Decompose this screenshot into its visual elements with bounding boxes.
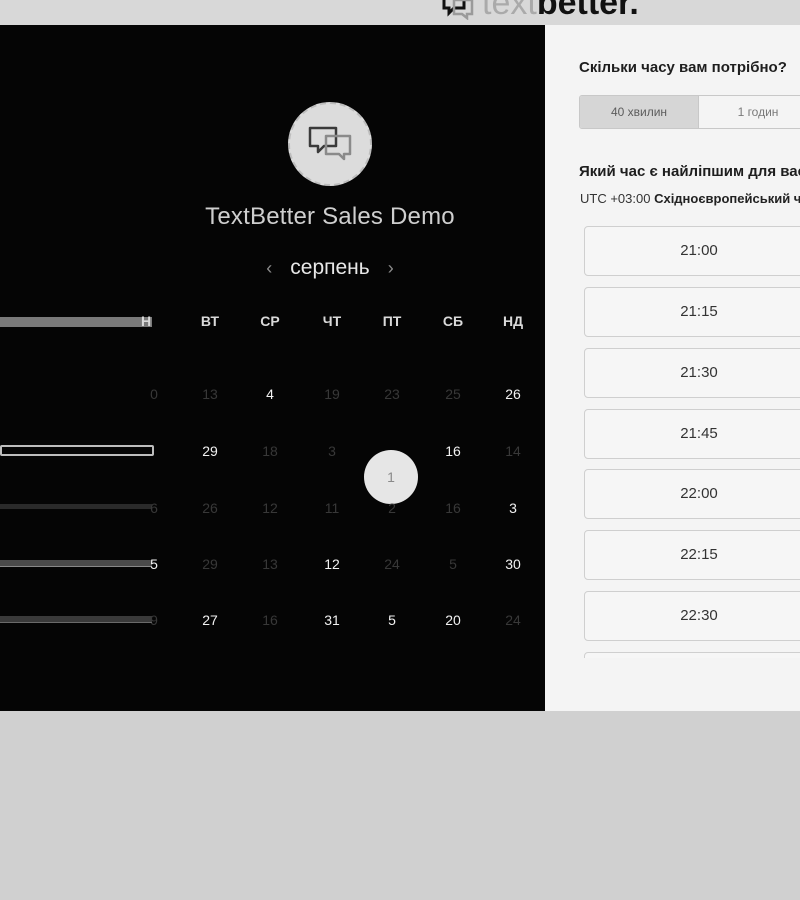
logo-chat-icon xyxy=(440,0,476,21)
calendar-day[interactable]: 3 xyxy=(493,496,533,520)
calendar-day: 14 xyxy=(505,443,521,459)
calendar-day[interactable]: 5 xyxy=(372,608,412,632)
logo: textbetter. xyxy=(440,0,639,22)
calendar-day: 13 xyxy=(202,386,218,402)
calendar-day: 25 xyxy=(445,386,461,402)
calendar-day[interactable]: 27 xyxy=(190,608,230,632)
weekday-header: Н xyxy=(140,313,152,329)
calendar-day: 12 xyxy=(262,500,278,516)
time-slot[interactable]: 21:45 xyxy=(584,409,800,459)
calendar-day[interactable]: 26 xyxy=(493,382,533,406)
time-slot[interactable] xyxy=(584,652,800,658)
chevron-left-icon[interactable]: ‹ xyxy=(266,258,272,279)
weekday-header: ЧТ xyxy=(322,313,342,329)
logo-text-light: text xyxy=(482,0,537,22)
calendar-day[interactable]: 16 xyxy=(433,439,473,463)
time-slot[interactable]: 21:30 xyxy=(584,348,800,398)
month-label: серпень xyxy=(290,256,370,279)
calendar-day: 26 xyxy=(202,500,218,516)
calendar-day: 11 xyxy=(324,500,340,516)
calendar-day[interactable]: 12 xyxy=(312,552,352,576)
time-slot[interactable]: 22:00 xyxy=(584,469,800,519)
calendar-day[interactable]: 5 xyxy=(134,552,174,576)
calendar-day: 16 xyxy=(262,612,278,628)
overlay-bar xyxy=(0,504,152,509)
weekday-header: ПТ xyxy=(382,313,402,329)
time-slot[interactable]: 22:15 xyxy=(584,530,800,580)
chevron-right-icon[interactable]: › xyxy=(388,258,394,279)
time-slot[interactable]: 21:15 xyxy=(584,287,800,337)
calendar-day: 29 xyxy=(202,556,218,572)
calendar-day[interactable]: 4 xyxy=(250,382,290,406)
booking-panel: Скільки часу вам потрібно? 40 хвилин 1 г… xyxy=(545,25,800,711)
calendar-day: 24 xyxy=(505,612,521,628)
weekday-header: СБ xyxy=(442,313,464,329)
calendar-day: 6 xyxy=(150,500,158,516)
calendar-day: 19 xyxy=(324,386,340,402)
calendar-day: 24 xyxy=(384,556,400,572)
calendar-day[interactable]: 30 xyxy=(493,552,533,576)
event-title: TextBetter Sales Demo xyxy=(205,203,455,230)
calendar-day[interactable]: 31 xyxy=(312,608,352,632)
chat-bubbles-icon xyxy=(308,126,352,161)
time-slot[interactable]: 21:00 xyxy=(584,226,800,276)
overlay-bar xyxy=(0,445,154,456)
top-bar: textbetter. xyxy=(0,0,800,25)
weekday-header: НД xyxy=(502,313,524,329)
overlay-bar xyxy=(0,560,152,567)
calendar-day: 18 xyxy=(262,443,278,459)
calendar-day: 0 xyxy=(150,386,158,402)
calendar-day: 5 xyxy=(449,556,457,572)
event-avatar xyxy=(288,102,372,186)
calendar-day: 13 xyxy=(262,556,278,572)
calendar-day[interactable]: 29 xyxy=(190,439,230,463)
calendar-panel: TextBetter Sales Demo ‹ серпень › Н ВТ С… xyxy=(0,25,545,711)
calendar-day: 16 xyxy=(445,500,461,516)
calendar-day: 2 xyxy=(388,500,396,516)
weekday-header: ВТ xyxy=(200,313,220,329)
logo-text-bold: better. xyxy=(536,0,639,22)
month-navigation: ‹ серпень › xyxy=(230,253,430,283)
overlay-bar xyxy=(0,616,152,623)
time-slot-list: 21:00 21:15 21:30 21:45 22:00 22:15 22:3… xyxy=(545,25,800,658)
overlay-bar xyxy=(0,317,152,327)
calendar-day: 3 xyxy=(328,443,336,459)
time-slot[interactable]: 22:30 xyxy=(584,591,800,641)
calendar-day: 23 xyxy=(384,386,400,402)
weekday-header: СР xyxy=(260,313,280,329)
calendar-day[interactable]: 20 xyxy=(433,608,473,632)
calendar-day: 9 xyxy=(150,612,158,628)
